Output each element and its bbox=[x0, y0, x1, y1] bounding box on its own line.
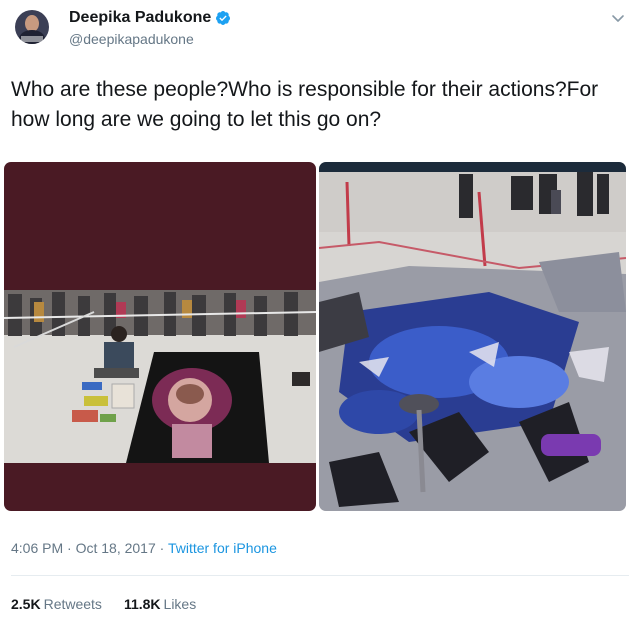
author-display-name[interactable]: Deepika Padukone bbox=[69, 9, 211, 27]
author-name-row[interactable]: Deepika Padukone bbox=[69, 9, 231, 27]
tweet-stats: 2.5K Retweets 11.8K Likes bbox=[11, 596, 196, 612]
rangoli-photo bbox=[4, 162, 316, 511]
tweet-timestamp[interactable]: 4:06 PM · Oct 18, 2017 · bbox=[11, 540, 168, 556]
avatar-caption bbox=[21, 36, 43, 42]
likes-count: 11.8K bbox=[123, 596, 161, 612]
retweets-stat[interactable]: 2.5K Retweets bbox=[11, 596, 102, 612]
likes-stat[interactable]: 11.8K Likes bbox=[124, 596, 196, 612]
chevron-down-icon[interactable] bbox=[610, 10, 626, 26]
tweet-image-destroyed-art[interactable] bbox=[319, 162, 626, 511]
retweets-label: Retweets bbox=[43, 596, 102, 612]
tweet-image-rangoli[interactable] bbox=[4, 162, 316, 511]
divider bbox=[11, 575, 629, 576]
tweet-source-link[interactable]: Twitter for iPhone bbox=[168, 540, 277, 556]
tweet-text: Who are these people?Who is responsible … bbox=[11, 78, 599, 131]
avatar[interactable] bbox=[15, 10, 49, 44]
retweets-count: 2.5K bbox=[11, 596, 41, 612]
likes-label: Likes bbox=[163, 596, 197, 612]
author-handle[interactable]: @deepikapadukone bbox=[69, 31, 194, 47]
destroyed-art-photo bbox=[319, 162, 626, 511]
tweet-meta: 4:06 PM · Oct 18, 2017 · Twitter for iPh… bbox=[11, 540, 277, 556]
verified-badge-icon bbox=[216, 11, 231, 25]
